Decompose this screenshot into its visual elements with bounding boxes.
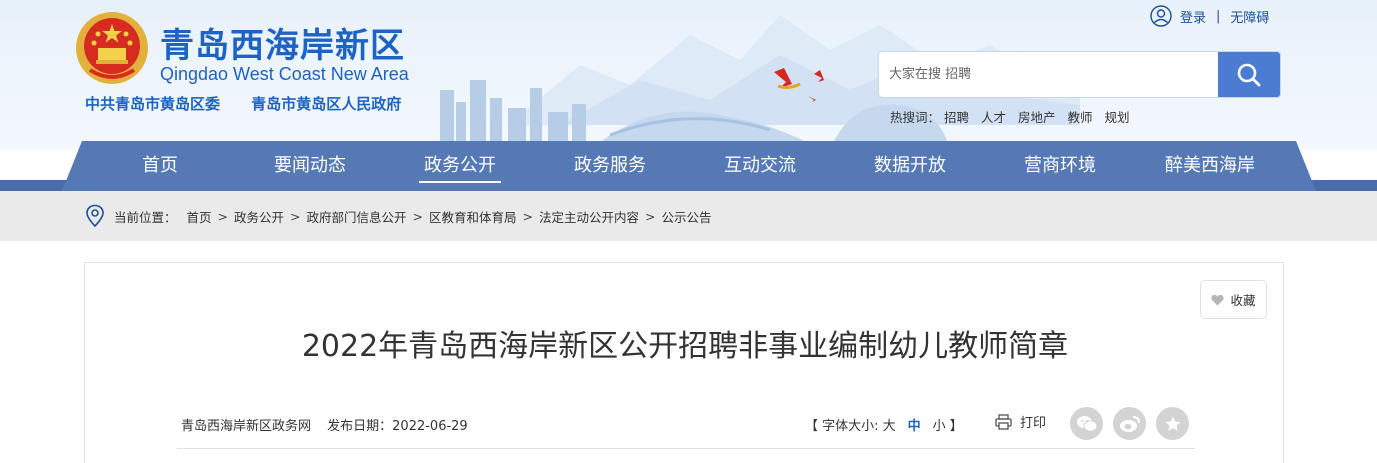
nav-item-gov-affairs[interactable]: 政务公开 xyxy=(385,141,535,191)
hot-words: 热搜词： 招聘 人才 房地产 教师 规划 xyxy=(890,107,1138,126)
org-link-government[interactable]: 青岛市黄岛区人民政府 xyxy=(251,95,401,113)
breadcrumb-item-education-bureau[interactable]: 区教育和体育局 xyxy=(429,207,517,226)
favorite-button[interactable]: 收藏 xyxy=(1200,280,1267,319)
site-header: 青岛西海岸新区 Qingdao West Coast New Area 中共青岛… xyxy=(0,0,1377,150)
meta-divider xyxy=(177,448,1195,449)
search-button[interactable] xyxy=(1218,52,1280,97)
location-pin-icon xyxy=(86,204,104,228)
org-links: 中共青岛市黄岛区委 青岛市黄岛区人民政府 xyxy=(85,93,427,114)
print-button[interactable]: 打印 xyxy=(995,412,1046,431)
user-bar: 登录 | 无障碍 xyxy=(1150,5,1269,27)
weibo-icon xyxy=(1119,415,1140,432)
site-title[interactable]: 青岛西海岸新区 xyxy=(160,18,405,67)
publish-date: 发布日期：2022-06-29 xyxy=(327,419,468,434)
breadcrumb-item-gov-affairs[interactable]: 政务公开 xyxy=(234,207,284,226)
hot-word-link[interactable]: 房地产 xyxy=(1018,110,1056,125)
hot-words-label: 热搜词： xyxy=(890,110,941,125)
font-size-medium[interactable]: 中 xyxy=(908,415,921,434)
chevron-right-icon: > xyxy=(412,208,424,224)
breadcrumb-item-notices[interactable]: 公示公告 xyxy=(662,207,712,226)
search-box xyxy=(878,51,1281,98)
search-icon xyxy=(1237,63,1261,86)
article-meta: 青岛西海岸新区政务网 发布日期：2022-06-29 xyxy=(181,415,468,434)
nav-item-interaction[interactable]: 互动交流 xyxy=(685,141,835,191)
printer-icon xyxy=(995,413,1012,430)
hot-word-link[interactable]: 教师 xyxy=(1068,110,1093,125)
chevron-right-icon: > xyxy=(645,208,656,224)
login-link[interactable]: 登录 xyxy=(1180,7,1206,26)
org-link-party-committee[interactable]: 中共青岛市黄岛区委 xyxy=(85,95,220,113)
nav-item-home[interactable]: 首页 xyxy=(85,141,235,191)
font-size-control: 【 字体大小: 大 中 小 】 xyxy=(805,415,963,434)
breadcrumb-label: 当前位置： xyxy=(114,209,177,225)
national-emblem-logo xyxy=(76,12,148,84)
breadcrumb-item-home[interactable]: 首页 xyxy=(187,207,212,226)
site-subtitle: Qingdao West Coast New Area xyxy=(160,64,409,84)
breadcrumb: 当前位置： 首页 > 政务公开 > 政府部门信息公开 > 区教育和体育局 > 法… xyxy=(85,191,712,241)
font-size-large[interactable]: 【 字体大小: 大 xyxy=(805,415,896,434)
favorite-label: 收藏 xyxy=(1230,293,1256,308)
breadcrumb-item-dept-info[interactable]: 政府部门信息公开 xyxy=(307,207,407,226)
main-nav: 首页 要闻动态 政务公开 政务服务 互动交流 数据开放 营商环境 醉美西海岸 xyxy=(0,141,1377,191)
chevron-right-icon: > xyxy=(522,208,534,224)
user-bar-separator: | xyxy=(1216,8,1221,24)
accessibility-link[interactable]: 无障碍 xyxy=(1230,7,1269,26)
nav-item-business-env[interactable]: 营商环境 xyxy=(985,141,1135,191)
hot-word-link[interactable]: 规划 xyxy=(1105,110,1130,125)
user-icon[interactable] xyxy=(1150,5,1172,27)
star-icon xyxy=(1165,416,1180,431)
heart-icon xyxy=(1211,294,1225,305)
nav-item-open-data[interactable]: 数据开放 xyxy=(835,141,985,191)
nav-item-gov-services[interactable]: 政务服务 xyxy=(535,141,685,191)
hot-word-link[interactable]: 人才 xyxy=(981,110,1006,125)
birds-decoration-icon xyxy=(774,68,824,102)
wechat-icon xyxy=(1076,415,1097,432)
hot-word-link[interactable]: 招聘 xyxy=(944,110,969,125)
share-favorite-button[interactable] xyxy=(1156,407,1189,440)
print-label: 打印 xyxy=(1020,416,1047,431)
article-title: 2022年青岛西海岸新区公开招聘非事业编制幼儿教师简章 xyxy=(301,329,1069,364)
nav-item-news[interactable]: 要闻动态 xyxy=(235,141,385,191)
share-weibo-button[interactable] xyxy=(1113,407,1146,440)
font-size-small[interactable]: 小 】 xyxy=(933,415,963,434)
article-card: 收藏 2022年青岛西海岸新区公开招聘非事业编制幼儿教师简章 青岛西海岸新区政务… xyxy=(84,262,1284,463)
breadcrumb-item-statutory[interactable]: 法定主动公开内容 xyxy=(539,207,639,226)
article-source: 青岛西海岸新区政务网 xyxy=(181,419,312,434)
breadcrumb-bar: 当前位置： 首页 > 政务公开 > 政府部门信息公开 > 区教育和体育局 > 法… xyxy=(0,191,1377,241)
chevron-right-icon: > xyxy=(217,208,229,224)
search-input[interactable] xyxy=(879,52,1218,97)
chevron-right-icon: > xyxy=(290,208,301,224)
share-wechat-button[interactable] xyxy=(1070,407,1103,440)
nav-item-scenery[interactable]: 醉美西海岸 xyxy=(1135,141,1285,191)
